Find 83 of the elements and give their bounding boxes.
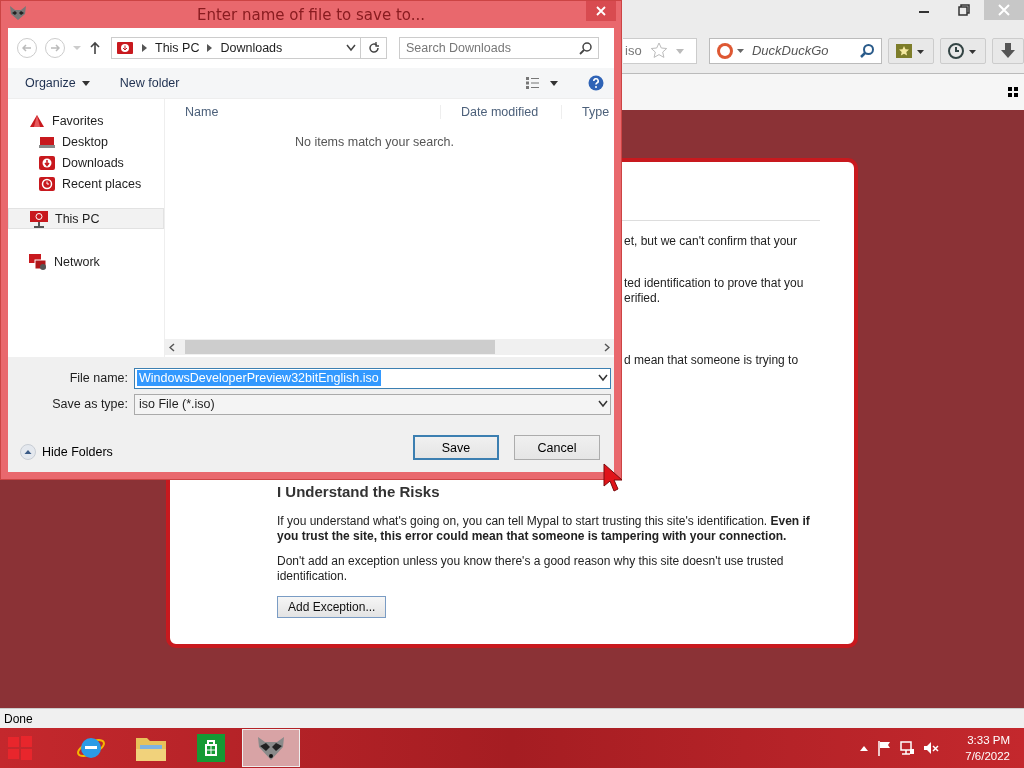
file-type-dropdown[interactable]: iso File (*.iso): [134, 393, 611, 415]
breadcrumb-item[interactable]: Downloads: [220, 41, 283, 55]
column-header[interactable]: Name: [165, 105, 441, 119]
raccoon-icon: [255, 735, 287, 761]
dropdown-icon[interactable]: [346, 44, 356, 52]
show-hidden-icons-icon[interactable]: [859, 744, 870, 752]
dropdown-icon[interactable]: [598, 374, 608, 382]
clock-icon: [947, 41, 979, 60]
search-field[interactable]: DuckDuckGo: [709, 37, 882, 64]
close-button[interactable]: [586, 1, 616, 21]
text-fragment: ted identification to prove that you: [624, 276, 805, 291]
address-field[interactable]: iso: [623, 37, 697, 64]
sidebar-item[interactable]: Desktop: [8, 131, 164, 152]
list-view-icon: [526, 77, 558, 89]
clock-date: 7/6/2022: [965, 749, 1010, 764]
field-label: File name:: [68, 371, 129, 385]
dropdown-icon[interactable]: [598, 400, 608, 408]
field-label: Save as type:: [51, 397, 129, 411]
downloads-folder-icon: [116, 41, 134, 55]
caret-icon: [81, 80, 90, 86]
shopping-bag-icon: [197, 734, 225, 762]
status-text: Done: [4, 711, 33, 726]
flag-icon[interactable]: [877, 740, 892, 756]
refresh-button[interactable]: [361, 37, 387, 59]
text-fragment: erified.: [624, 291, 662, 306]
close-icon: [998, 4, 1010, 16]
sidebar-item[interactable]: Favorites: [8, 110, 164, 131]
new-folder-button[interactable]: New folder: [119, 76, 180, 90]
bookmarks-button[interactable]: [888, 37, 934, 64]
scroll-left-icon[interactable]: [169, 342, 175, 352]
download-arrow-icon: [999, 41, 1017, 60]
bookmark-star-icon: [895, 41, 927, 60]
search-icon[interactable]: [859, 42, 875, 59]
network-icon: [28, 252, 48, 271]
column-header[interactable]: Date modified: [441, 105, 562, 119]
history-button[interactable]: [940, 37, 986, 64]
column-header[interactable]: Type: [562, 105, 610, 119]
hide-folders-button[interactable]: Hide Folders: [20, 443, 113, 460]
chevron-icon: [142, 44, 147, 52]
sidebar-item[interactable]: This PC: [8, 208, 164, 229]
recent-places-icon: [38, 175, 56, 192]
volume-muted-icon[interactable]: [923, 740, 940, 756]
restore-icon: [958, 4, 970, 16]
section-heading: I Understand the Risks: [277, 484, 441, 500]
chevron-icon: [207, 44, 213, 52]
up-icon[interactable]: [89, 41, 101, 55]
text-fragment: et, but we can't confirm that your: [624, 234, 799, 249]
address-field[interactable]: This PC Downloads: [111, 37, 361, 59]
back-arrow-icon: [22, 43, 32, 53]
sidebar-item[interactable]: Network: [8, 251, 164, 272]
desktop-icon: [38, 134, 56, 149]
view-options-button[interactable]: [526, 77, 558, 89]
paragraph: If you understand what's going on, you can tell Mypal to start trusting this site's identification. Even if you trust the site, this error could mean that someone is tampering with your connection.: [277, 514, 811, 544]
search-icon[interactable]: [579, 41, 592, 55]
text-fragment: d mean that someone is trying to: [624, 353, 800, 368]
clock[interactable]: 3:33 PM 7/6/2022: [965, 732, 1010, 764]
search-field[interactable]: Search Downloads: [399, 37, 599, 59]
downloads-folder-icon: [38, 154, 56, 171]
app-icon: [9, 5, 27, 21]
windows-logo-icon: [8, 736, 32, 760]
breadcrumb-item[interactable]: This PC: [155, 41, 200, 55]
taskbar-app-button[interactable]: [242, 729, 300, 767]
refresh-icon: [367, 42, 380, 54]
add-exception-button[interactable]: Add Exception...: [277, 596, 387, 618]
save-button[interactable]: Save: [413, 435, 499, 460]
organize-menu[interactable]: Organize: [25, 76, 90, 90]
sidebar-item[interactable]: Downloads: [8, 152, 164, 173]
help-icon[interactable]: [588, 75, 604, 91]
close-icon: [596, 6, 606, 16]
horizontal-scrollbar[interactable]: [165, 339, 614, 355]
collapse-icon: [20, 443, 36, 460]
clock-time: 3:33 PM: [967, 733, 1010, 748]
empty-message: No items match your search.: [294, 135, 455, 149]
sidebar-item[interactable]: Recent places: [8, 173, 164, 194]
computer-icon: [29, 209, 49, 228]
network-icon[interactable]: [899, 740, 916, 756]
tab-grid-icon[interactable]: [1008, 87, 1018, 97]
forward-arrow-icon: [50, 43, 60, 53]
dialog-title: Enter name of file to save to...: [196, 5, 426, 24]
paragraph: Don't add an exception unless you know there's a good reason why this site doesn't use trusted identification.: [277, 554, 785, 584]
scroll-right-icon[interactable]: [604, 342, 610, 352]
downloads-button[interactable]: [992, 37, 1024, 64]
cancel-button[interactable]: Cancel: [514, 435, 600, 460]
